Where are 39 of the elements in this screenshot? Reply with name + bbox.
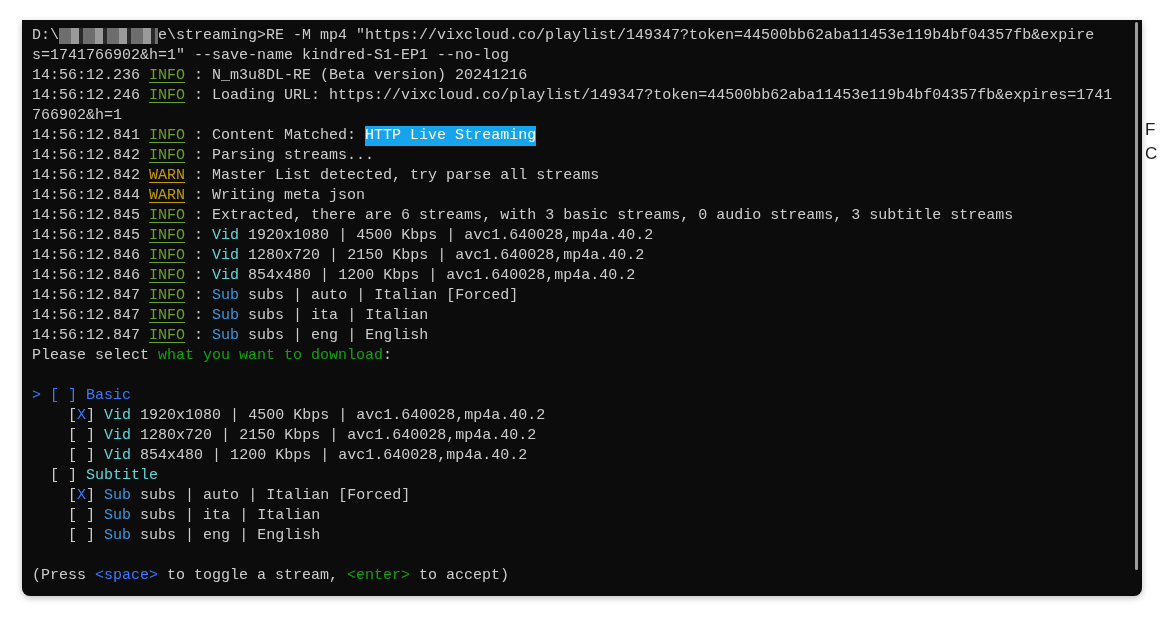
stream-option[interactable]: Vid 854x480 | 1200 Kbps | avc1.640028,mp4a.40.2 xyxy=(104,446,528,466)
terminal-line: s=1741766902&h=1" --save-name kindred-S1-EP1 --no-log xyxy=(32,46,511,66)
log-line: 14:56:12.847 INFO : Sub subs | eng | English xyxy=(32,326,430,346)
checkbox[interactable]: [ ] xyxy=(68,446,96,466)
option-label[interactable]: Subtitle xyxy=(86,466,159,486)
log-line: 14:56:12.845 INFO : Extracted, there are 6 streams, with 3 basic streams, 0 audio streams, 3 subtitle streams xyxy=(32,206,1015,226)
log-line: 14:56:12.846 INFO : Vid 854x480 | 1200 Kbps | avc1.640028,mp4a.40.2 xyxy=(32,266,637,286)
option-label[interactable]: Basic xyxy=(86,386,132,406)
checkbox[interactable]: [ ] xyxy=(50,466,78,486)
checkbox[interactable]: [X] xyxy=(68,486,96,506)
checkbox[interactable]: [ ] xyxy=(68,526,96,546)
log-line: 14:56:12.847 INFO : Sub subs | ita | Italian xyxy=(32,306,430,326)
background-text: F xyxy=(1145,119,1157,141)
command-text: e\streaming>RE -M mp4 "https://vixcloud.co/playlist/149347?token=44500bb62aba11453e119b4bf04357fb&expire xyxy=(158,26,1095,46)
terminal-line: 766902&h=1 xyxy=(32,106,123,126)
log-line: 14:56:12.844 WARN : Writing meta json xyxy=(32,186,367,206)
background-text: C xyxy=(1145,143,1158,165)
checkbox[interactable]: [ ] xyxy=(68,426,96,446)
terminal-line: Please select what you want to download: xyxy=(32,346,394,366)
checkbox[interactable]: [ ] xyxy=(68,506,96,526)
stream-option[interactable]: Vid 1280x720 | 2150 Kbps | avc1.640028,mp4a.40.2 xyxy=(104,426,537,446)
scrollbar[interactable] xyxy=(1135,22,1138,570)
hint-line: (Press <space> to toggle a stream, <enter> to accept) xyxy=(32,566,511,586)
log-line: 14:56:12.841 INFO : Content Matched: HTTP Live Streaming xyxy=(32,126,538,146)
cursor-text: > xyxy=(32,386,42,406)
stream-option[interactable]: Vid 1920x1080 | 4500 Kbps | avc1.640028,mp4a.40.2 xyxy=(104,406,546,426)
log-line: 14:56:12.842 INFO : Parsing streams... xyxy=(32,146,376,166)
log-line: 14:56:12.845 INFO : Vid 1920x1080 | 4500 Kbps | avc1.640028,mp4a.40.2 xyxy=(32,226,655,246)
log-line: 14:56:12.236 INFO : N_m3u8DL-RE (Beta version) 20241216 xyxy=(32,66,529,86)
log-line: 14:56:12.246 INFO : Loading URL: https://vixcloud.co/playlist/149347?token=44500bb62aba11453e119b4bf04357fb&expires=1741 xyxy=(32,86,1114,106)
stream-option[interactable]: Sub subs | eng | English xyxy=(104,526,321,546)
log-line: 14:56:12.846 INFO : Vid 1280x720 | 2150 Kbps | avc1.640028,mp4a.40.2 xyxy=(32,246,646,266)
checkbox[interactable]: [X] xyxy=(68,406,96,426)
stream-option[interactable]: Sub subs | ita | Italian xyxy=(104,506,321,526)
checkbox[interactable]: [ ] xyxy=(50,386,78,406)
stream-option[interactable]: Sub subs | auto | Italian [Forced] xyxy=(104,486,411,506)
command-text: D:\ xyxy=(32,26,59,46)
log-line: 14:56:12.847 INFO : Sub subs | auto | Italian [Forced] xyxy=(32,286,520,306)
log-line: 14:56:12.842 WARN : Master List detected, try parse all streams xyxy=(32,166,601,186)
